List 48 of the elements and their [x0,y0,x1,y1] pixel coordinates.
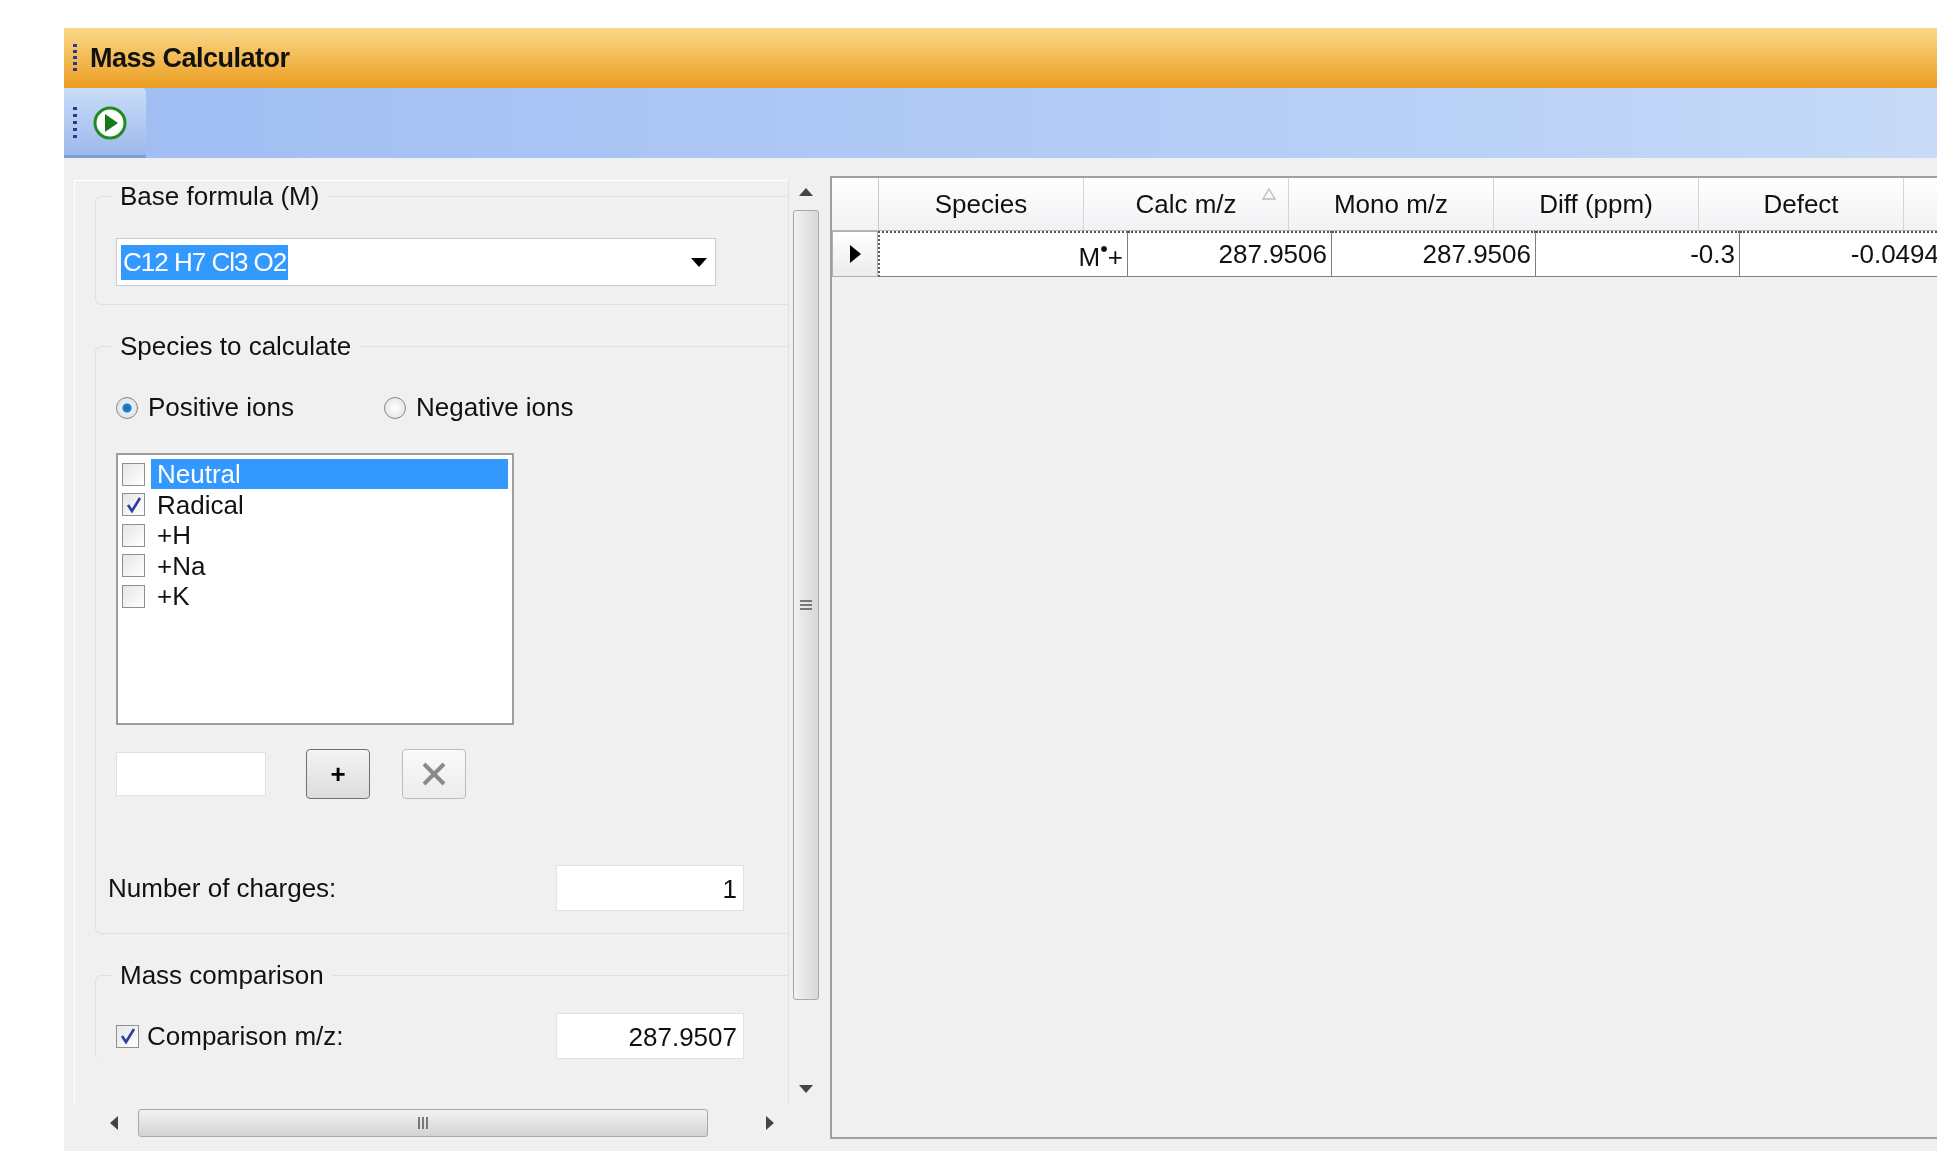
run-button[interactable] [64,88,146,158]
column-header[interactable]: Mono m/z [1289,178,1494,230]
charges-field[interactable]: 1 [556,865,744,911]
formula-text: C12 H7 Cl3 O2 [121,244,289,280]
row-header[interactable] [832,231,878,277]
scroll-right-icon [766,1116,774,1130]
checkbox[interactable] [122,523,145,547]
radio-button[interactable]: Positive ions [116,392,294,423]
checkbox-label: Comparison m/z: [147,1020,344,1052]
column-header[interactable]: Species [879,178,1084,230]
list-item[interactable]: +H [151,520,508,551]
delete-button[interactable] [402,749,466,799]
radio-button[interactable]: Negative ions [383,392,574,423]
play-icon [92,105,128,141]
checkbox[interactable] [122,554,145,578]
window-title: Mass Calculator [90,42,290,74]
column-header[interactable]: Defect [1699,178,1904,230]
checkbox[interactable] [122,462,145,486]
radio-label: Positive ions [148,392,294,423]
add-button[interactable]: + [306,749,370,799]
table-cell: 287.9506 [1332,231,1536,277]
column-header[interactable]: Diff (ppm) [1494,178,1699,230]
column-header[interactable]: Calc m/z [1084,178,1289,230]
list-item[interactable]: Radical [151,489,508,520]
list-item[interactable]: +Na [151,550,508,581]
group-label: Base formula (M) [119,181,321,212]
input-field[interactable] [116,752,266,796]
grip-icon [72,106,78,140]
caret-icon [691,257,707,267]
radio-label: Negative ions [415,392,574,423]
scroll-down-icon [798,1085,813,1093]
scroll-thumb[interactable] [792,210,819,1000]
checkbox[interactable] [116,1024,139,1048]
field-label: Number of charges: [108,872,337,904]
group-label: Species to calculate [119,331,353,362]
group-label: Mass comparison [119,960,325,991]
scroll-left-icon [110,1116,118,1130]
table-cell: 287.9506 [1128,231,1332,277]
table-cell: M$^{•}$+ [878,231,1128,277]
scroll-up-icon [798,188,813,196]
scroll-thumb[interactable] [138,1109,708,1137]
checkbox[interactable] [122,584,145,608]
comparison-field[interactable]: 287.9507 [556,1013,744,1059]
table-cell: -0.3 [1536,231,1740,277]
grip-icon [72,43,78,73]
close-icon [421,761,447,787]
checkbox[interactable] [122,493,145,517]
list-item[interactable]: +K [151,581,508,612]
